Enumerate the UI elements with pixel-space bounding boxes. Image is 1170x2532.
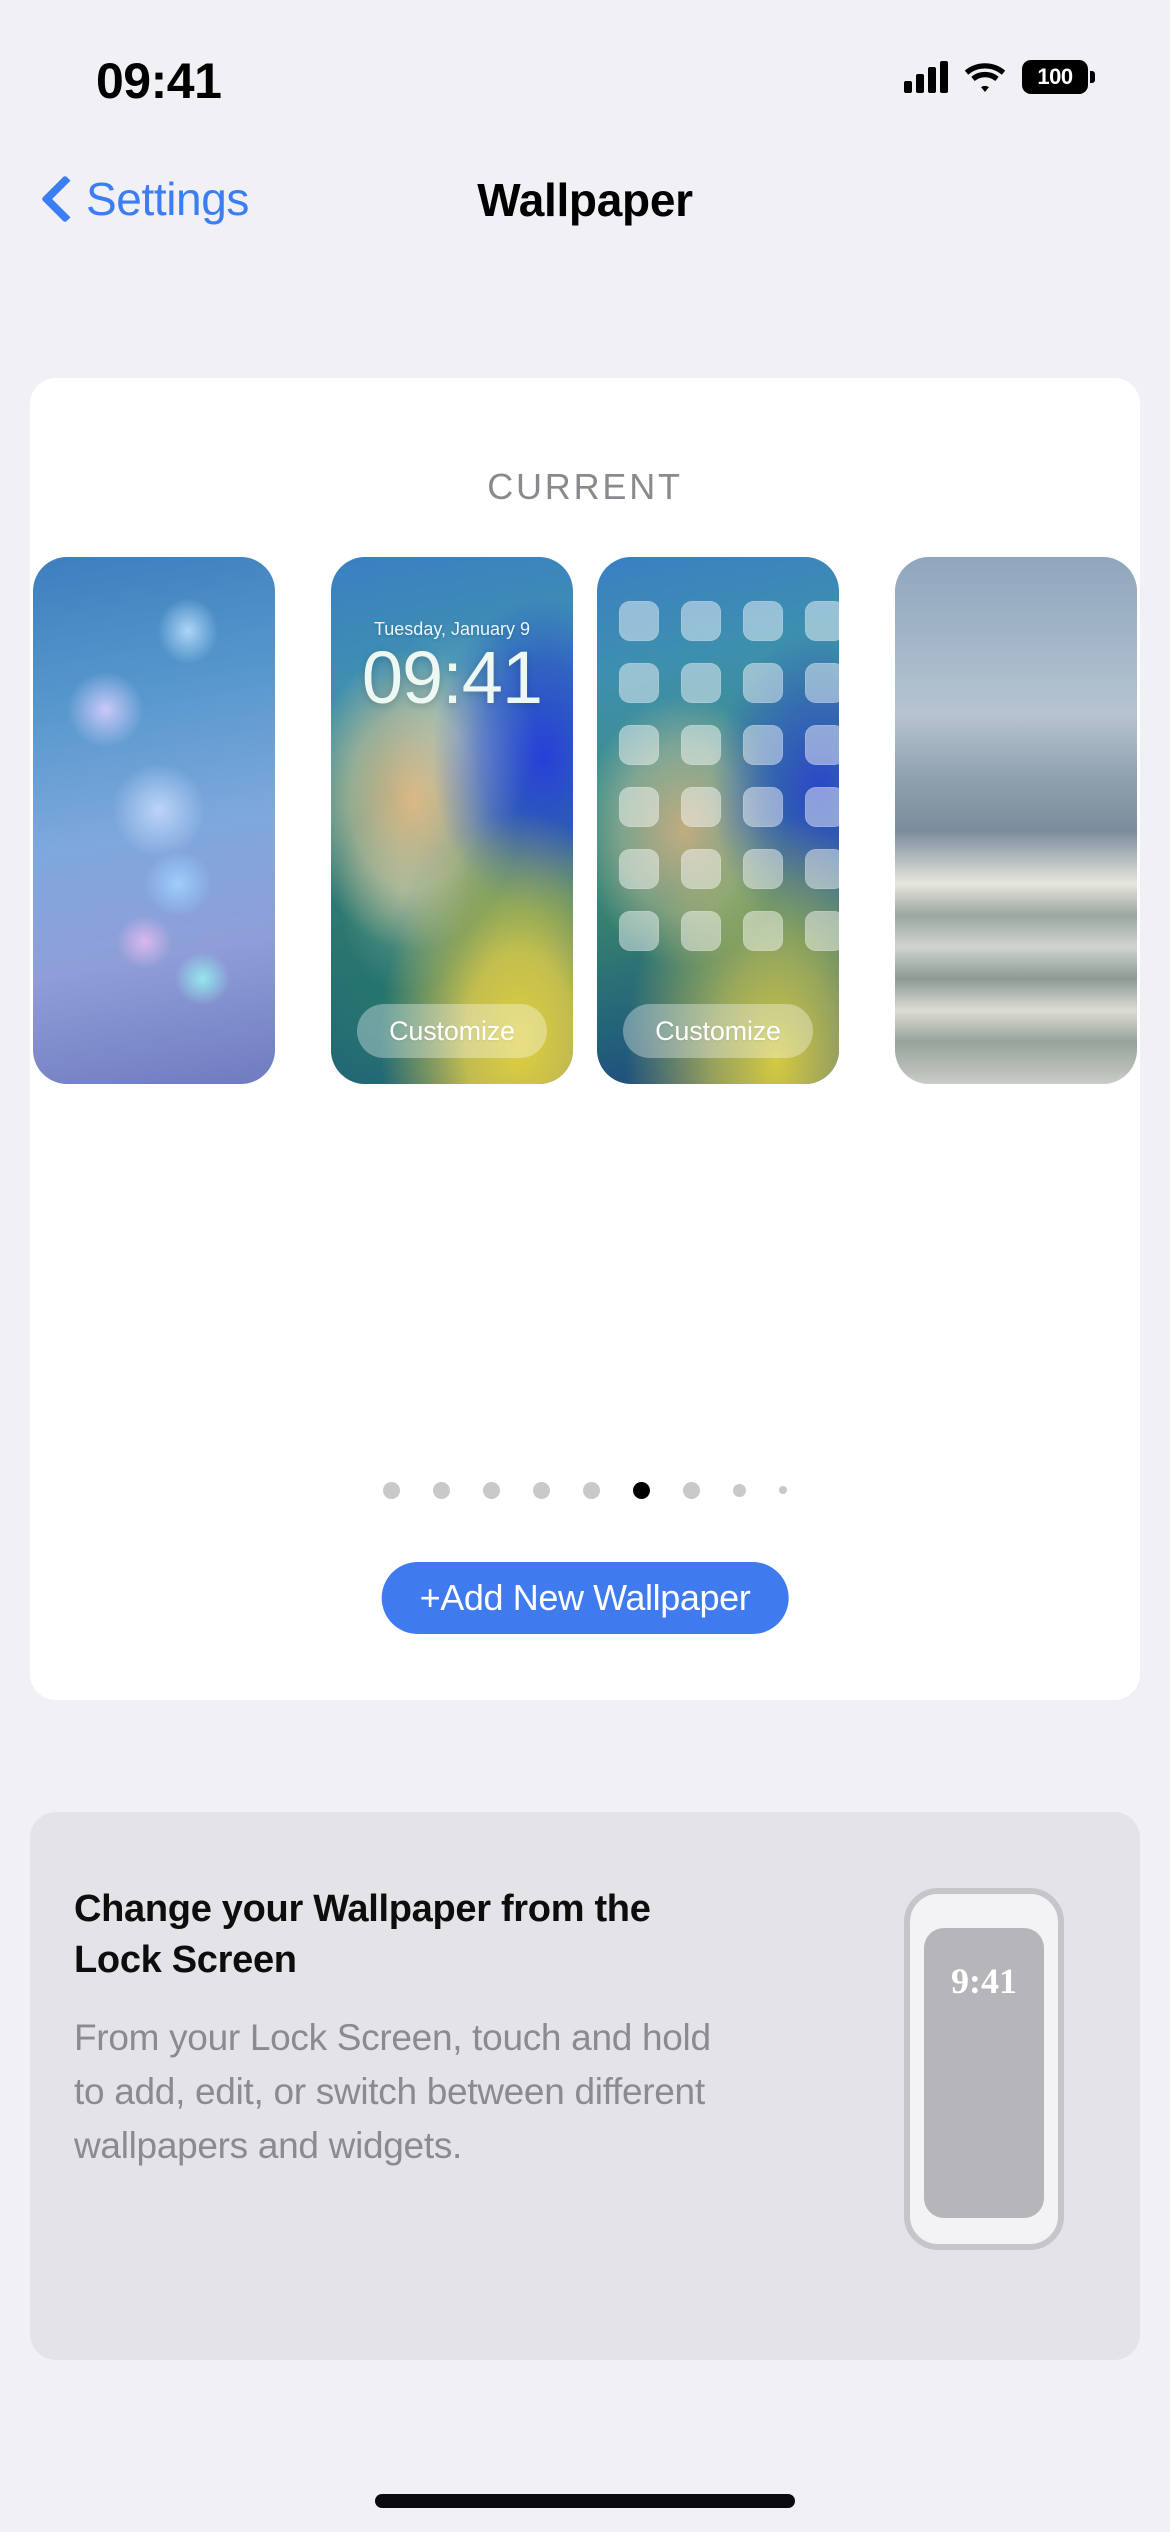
current-section-label: CURRENT — [487, 466, 683, 507]
cellular-signal-icon — [904, 61, 948, 93]
status-bar: 09:41 100 — [0, 0, 1170, 140]
info-card-body: From your Lock Screen, touch and hold to… — [74, 2016, 711, 2167]
wallpaper-preview-next[interactable] — [895, 557, 1137, 1084]
add-new-wallpaper-label: +Add New Wallpaper — [419, 1577, 751, 1618]
wallpaper-carousel[interactable]: Tuesday, January 9 09:41 Customize Custo… — [30, 557, 1140, 1084]
home-screen-app-icon — [681, 663, 721, 703]
page-dot[interactable] — [583, 1481, 600, 1499]
battery-icon: 100 — [1022, 60, 1095, 94]
home-screen-app-icon — [619, 663, 659, 703]
iphone-illustration-icon: 9:41 — [904, 1888, 1064, 2250]
customize-lock-screen-label: Customize — [389, 1015, 515, 1046]
home-screen-app-icon — [743, 849, 783, 889]
iphone-illustration-screen: 9:41 — [924, 1928, 1044, 2218]
home-screen-app-icon — [743, 911, 783, 951]
home-screen-app-icon — [681, 911, 721, 951]
home-indicator — [375, 2494, 795, 2508]
wallpaper-preview-previous[interactable] — [33, 557, 275, 1084]
page-dot[interactable] — [433, 1481, 450, 1499]
home-screen-app-icon — [619, 787, 659, 827]
home-screen-app-icon — [805, 911, 839, 951]
home-screen-app-icon — [805, 849, 839, 889]
home-screen-icon-grid — [619, 601, 839, 951]
page-dot[interactable] — [533, 1481, 550, 1499]
home-screen-app-icon — [681, 601, 721, 641]
home-screen-preview[interactable]: Customize — [597, 557, 839, 1084]
battery-level-label: 100 — [1037, 64, 1073, 89]
customize-home-screen-label: Customize — [655, 1015, 781, 1046]
lock-screen-info-card: Change your Wallpaper from the Lock Scre… — [30, 1812, 1140, 2360]
home-screen-app-icon — [619, 849, 659, 889]
info-card-title: Change your Wallpaper from the Lock Scre… — [74, 1888, 651, 1982]
page-title: Wallpaper — [477, 174, 693, 226]
home-screen-app-icon — [805, 787, 839, 827]
home-screen-app-icon — [743, 787, 783, 827]
home-screen-app-icon — [805, 601, 839, 641]
wallpaper-page-dots[interactable] — [30, 1475, 1140, 1505]
page-dot[interactable] — [733, 1483, 746, 1497]
home-screen-app-icon — [805, 725, 839, 765]
home-screen-app-icon — [743, 725, 783, 765]
status-bar-time: 09:41 — [96, 53, 222, 109]
status-bar-indicators: 100 — [904, 56, 1095, 98]
wifi-icon — [964, 61, 1006, 93]
home-screen-app-icon — [681, 725, 721, 765]
next-wallpaper-image — [895, 557, 1137, 1084]
home-screen-app-icon — [619, 601, 659, 641]
add-new-wallpaper-button[interactable]: +Add New Wallpaper — [381, 1562, 789, 1634]
home-screen-app-icon — [681, 787, 721, 827]
wallpaper-settings-screen: 09:41 100 Settings Wallpaper CURRENT Tue… — [0, 0, 1170, 2532]
page-dot[interactable] — [483, 1481, 500, 1499]
current-wallpaper-card: CURRENT Tuesday, January 9 09:41 Customi… — [30, 378, 1140, 1700]
info-card-text: Change your Wallpaper from the Lock Scre… — [74, 1884, 714, 2174]
page-dot[interactable] — [779, 1486, 787, 1494]
page-dot[interactable] — [683, 1481, 700, 1499]
customize-lock-screen-button[interactable]: Customize — [357, 1004, 547, 1058]
home-screen-app-icon — [805, 663, 839, 703]
lock-screen-clock: 09:41 — [361, 636, 543, 719]
lock-screen-preview[interactable]: Tuesday, January 9 09:41 Customize — [331, 557, 573, 1084]
iphone-illustration-clock: 9:41 — [951, 1961, 1017, 2001]
page-dot[interactable] — [633, 1481, 650, 1499]
home-screen-app-icon — [619, 911, 659, 951]
navigation-bar: Settings Wallpaper — [0, 160, 1170, 270]
home-screen-app-icon — [743, 663, 783, 703]
previous-wallpaper-image — [33, 557, 275, 1084]
customize-home-screen-button[interactable]: Customize — [623, 1004, 813, 1058]
home-screen-app-icon — [743, 601, 783, 641]
home-screen-app-icon — [681, 849, 721, 889]
page-dot[interactable] — [383, 1481, 400, 1499]
home-screen-app-icon — [619, 725, 659, 765]
